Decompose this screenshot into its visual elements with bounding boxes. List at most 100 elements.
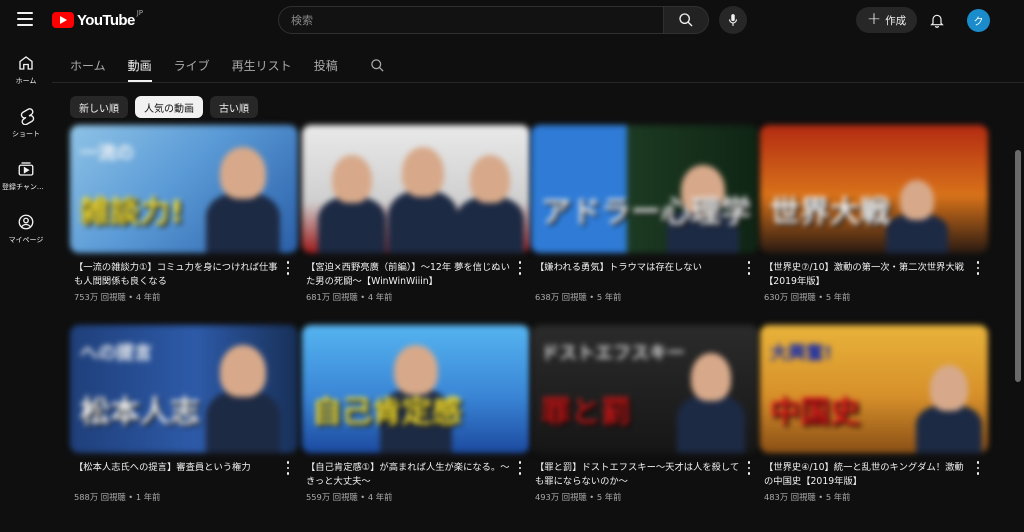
video-title[interactable]: 【宮迫×西野亮廣（前編）】〜12年 夢を信じぬいた男の死闘〜【WinWinWii… xyxy=(306,261,514,289)
notifications-button[interactable] xyxy=(926,9,948,31)
sidebar-item-shorts[interactable]: ショート xyxy=(0,97,52,150)
video-meta: 493万 回視聴 • 5 年前 xyxy=(535,491,621,503)
view-count: 638万 回視聴 xyxy=(535,292,587,302)
more-options-icon[interactable] xyxy=(743,260,755,276)
home-icon xyxy=(19,56,33,70)
thumbnail-face xyxy=(220,345,266,397)
video-title[interactable]: 【世界史⑦/10】激動の第一次・第二次世界大戦【2019年版】 xyxy=(764,261,972,289)
video-title[interactable]: 【自己肯定感①】が高まれば人生が楽になる。〜きっと大丈夫〜 xyxy=(306,461,514,489)
thumbnail-figure xyxy=(456,197,524,253)
video-thumbnail[interactable]: 世界大戦 xyxy=(760,125,988,253)
video-title[interactable]: 【世界史④/10】統一と乱世のキングダム！激動の中国史【2019年版】 xyxy=(764,461,972,489)
sidebar-item-home[interactable]: ホーム xyxy=(0,44,52,97)
view-count: 753万 回視聴 xyxy=(74,292,126,302)
thumbnail-caption-text: 雑談力! xyxy=(80,195,184,230)
menu-icon[interactable] xyxy=(17,12,33,26)
thumbnail-face xyxy=(930,365,968,411)
search-button[interactable] xyxy=(663,6,709,34)
video-thumbnail[interactable]: アドラー心理学 xyxy=(531,125,759,253)
sidebar-item-label: マイページ xyxy=(8,236,44,244)
video-meta: 753万 回視聴 • 4 年前 xyxy=(74,291,160,303)
tab-home[interactable]: ホーム xyxy=(70,48,106,82)
thumbnail-face xyxy=(470,155,510,203)
sidebar-item-you[interactable]: マイページ xyxy=(0,203,52,256)
bell-icon xyxy=(930,14,944,28)
thumbnail-tag-text: への提言 xyxy=(80,343,152,364)
video-thumbnail[interactable]: ドストエフスキー 罪と罰 xyxy=(531,325,759,453)
upload-age: 5 年前 xyxy=(596,492,622,502)
tab-playlists[interactable]: 再生リスト xyxy=(232,48,292,82)
upload-age: 4 年前 xyxy=(367,292,393,302)
video-title[interactable]: 【嫌われる勇気】トラウマは存在しない xyxy=(535,261,743,275)
chip-newest[interactable]: 新しい順 xyxy=(70,96,128,118)
more-options-icon[interactable] xyxy=(282,260,294,276)
avatar[interactable]: ク xyxy=(967,9,990,32)
channel-tabs: ホーム 動画 ライブ 再生リスト 投稿 xyxy=(70,48,388,82)
you-icon xyxy=(18,214,34,230)
thumbnail-figure xyxy=(677,395,745,453)
more-options-icon[interactable] xyxy=(743,460,755,476)
youtube-play-icon xyxy=(52,12,74,28)
video-title[interactable]: 【罪と罰】ドストエフスキー〜天才は人を殺しても罪にならないのか〜 xyxy=(535,461,743,489)
video-thumbnail[interactable]: 大興奮! 中国史 xyxy=(760,325,988,453)
top-bar: YouTube JP + 作成 ク xyxy=(0,0,1024,40)
view-count: 483万 回視聴 xyxy=(764,492,816,502)
microphone-icon xyxy=(728,14,738,26)
search-input[interactable] xyxy=(279,7,663,33)
youtube-logo[interactable]: YouTube JP xyxy=(52,9,144,30)
logo-region: JP xyxy=(136,9,144,17)
chip-popular[interactable]: 人気の動画 xyxy=(135,96,203,118)
thumbnail-tag-text: 一流の xyxy=(80,143,134,164)
thumbnail-caption-text: アドラー心理学 xyxy=(541,195,751,230)
thumbnail-tag-text: ドストエフスキー xyxy=(541,343,685,364)
video-meta: 559万 回視聴 • 4 年前 xyxy=(306,491,392,503)
thumbnail-figure xyxy=(916,405,982,453)
upload-age: 4 年前 xyxy=(135,292,161,302)
meta-separator: • xyxy=(357,492,368,502)
more-options-icon[interactable] xyxy=(972,260,984,276)
scrollbar-thumb[interactable] xyxy=(1015,150,1021,382)
video-title[interactable]: 【松本人志氏への提言】審査員という権力 xyxy=(74,461,282,475)
thumbnail-figure xyxy=(206,391,280,453)
video-meta: 483万 回視聴 • 5 年前 xyxy=(764,491,850,503)
search-box xyxy=(278,6,663,34)
sidebar-item-subscriptions[interactable]: 登録チャンネル xyxy=(0,150,52,203)
more-options-icon[interactable] xyxy=(282,460,294,476)
meta-separator: • xyxy=(815,492,826,502)
voice-search-button[interactable] xyxy=(719,6,747,34)
thumbnail-figure xyxy=(206,193,280,253)
subscriptions-icon xyxy=(18,162,34,176)
video-meta: 638万 回視聴 • 5 年前 xyxy=(535,291,621,303)
more-options-icon[interactable] xyxy=(514,260,526,276)
upload-age: 5 年前 xyxy=(825,292,851,302)
more-options-icon[interactable] xyxy=(514,460,526,476)
upload-age: 5 年前 xyxy=(596,292,622,302)
meta-separator: • xyxy=(586,492,597,502)
meta-separator: • xyxy=(815,292,826,302)
sort-chips: 新しい順 人気の動画 古い順 xyxy=(70,96,258,118)
chip-oldest[interactable]: 古い順 xyxy=(210,96,258,118)
search-icon xyxy=(679,13,693,27)
video-title[interactable]: 【一流の雑談力①】コミュ力を身につければ仕事も人間関係も良くなる xyxy=(74,261,282,289)
video-thumbnail[interactable]: への提言 松本人志 xyxy=(70,325,298,453)
video-thumbnail[interactable] xyxy=(302,125,530,253)
tab-posts[interactable]: 投稿 xyxy=(314,48,338,82)
view-count: 681万 回視聴 xyxy=(306,292,358,302)
video-thumbnail[interactable]: 一流の雑談力! xyxy=(70,125,298,253)
view-count: 630万 回視聴 xyxy=(764,292,816,302)
create-button[interactable]: + 作成 xyxy=(856,7,917,33)
meta-separator: • xyxy=(125,292,136,302)
channel-search-button[interactable] xyxy=(370,48,388,82)
tab-videos[interactable]: 動画 xyxy=(127,48,152,82)
meta-separator: • xyxy=(586,292,597,302)
tab-live[interactable]: ライブ xyxy=(174,48,210,82)
video-thumbnail[interactable]: 自己肯定感 xyxy=(302,325,530,453)
more-options-icon[interactable] xyxy=(972,460,984,476)
thumbnail-caption-text: 中国史 xyxy=(770,395,860,430)
video-meta: 588万 回視聴 • 1 年前 xyxy=(74,491,160,503)
upload-age: 4 年前 xyxy=(367,492,393,502)
thumbnail-caption-text: 自己肯定感 xyxy=(312,395,462,430)
create-label: 作成 xyxy=(885,14,907,27)
view-count: 559万 回視聴 xyxy=(306,492,358,502)
shorts-icon xyxy=(20,108,35,125)
